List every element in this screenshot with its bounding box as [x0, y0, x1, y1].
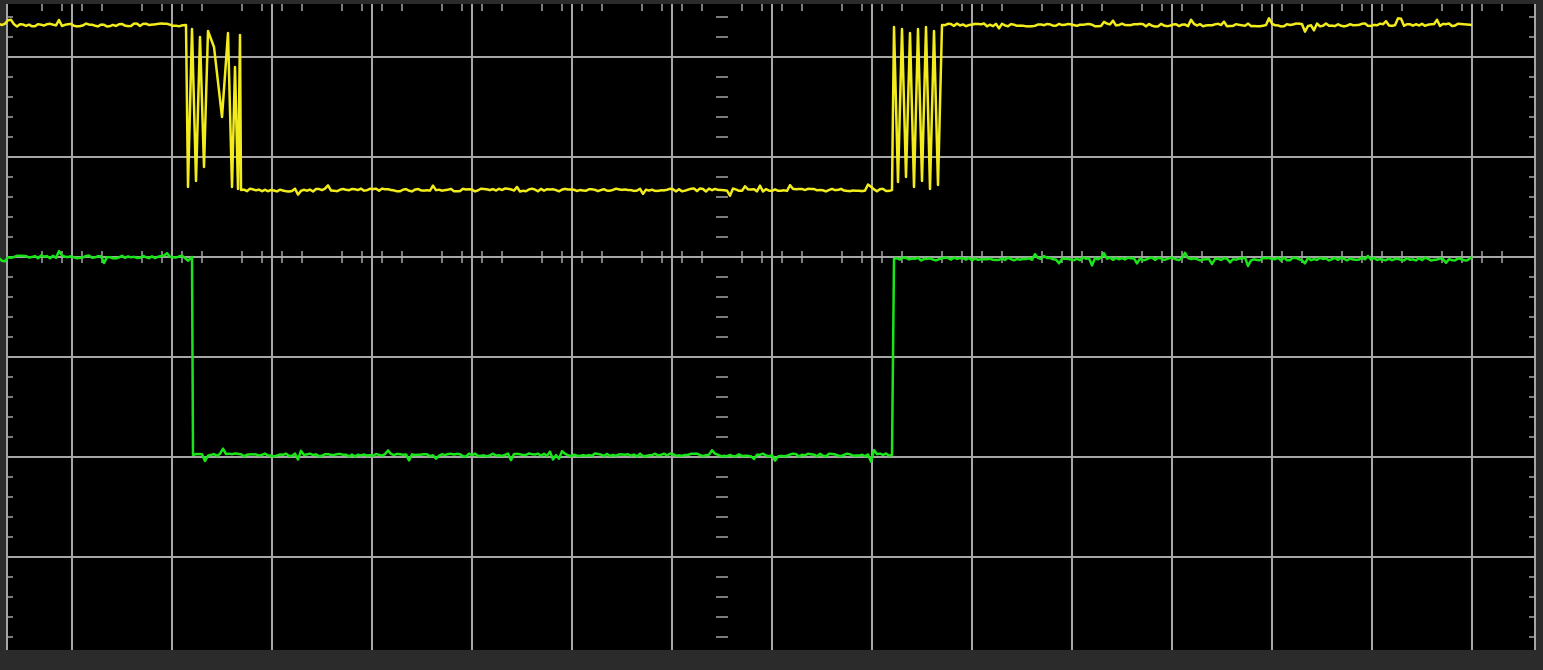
oscilloscope-display [0, 0, 1543, 670]
